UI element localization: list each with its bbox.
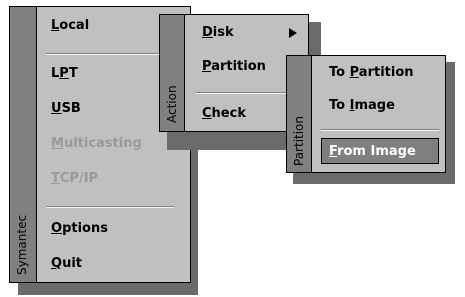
submenu-arrow-icon	[289, 28, 297, 38]
menu-item-lpt[interactable]: LPT	[51, 66, 78, 81]
partition-menu: Partition To Partition To Image From Ima…	[286, 55, 446, 173]
menu-item-multicasting[interactable]: Multicasting	[51, 136, 142, 151]
menu-item-to-partition[interactable]: To Partition	[329, 65, 414, 80]
menu-item-local[interactable]: Local	[51, 18, 89, 33]
partition-menu-band: Partition	[287, 56, 312, 172]
menu-item-check[interactable]: Check	[202, 106, 246, 121]
menu-item-from-image[interactable]: From Image	[321, 138, 439, 164]
action-menu-band: Action	[160, 15, 185, 131]
separator	[321, 129, 439, 131]
main-menu-band-label: Symantec	[15, 214, 29, 275]
menu-item-quit[interactable]: Quit	[51, 256, 82, 271]
partition-menu-band-label: Partition	[292, 115, 306, 166]
menu-item-usb[interactable]: USB	[51, 101, 81, 116]
menu-item-disk[interactable]: Disk	[202, 25, 234, 40]
menu-item-options[interactable]: Options	[51, 221, 108, 236]
menu-item-from-image-label: From Image	[329, 144, 416, 159]
menu-item-tcpip[interactable]: TCP/IP	[51, 171, 98, 186]
main-menu-band: Symantec	[10, 7, 37, 282]
action-menu-band-label: Action	[165, 85, 179, 123]
menu-item-partition[interactable]: Partition	[202, 59, 266, 74]
separator	[46, 206, 174, 208]
separator	[46, 53, 174, 55]
menu-item-to-image[interactable]: To Image	[329, 98, 395, 113]
